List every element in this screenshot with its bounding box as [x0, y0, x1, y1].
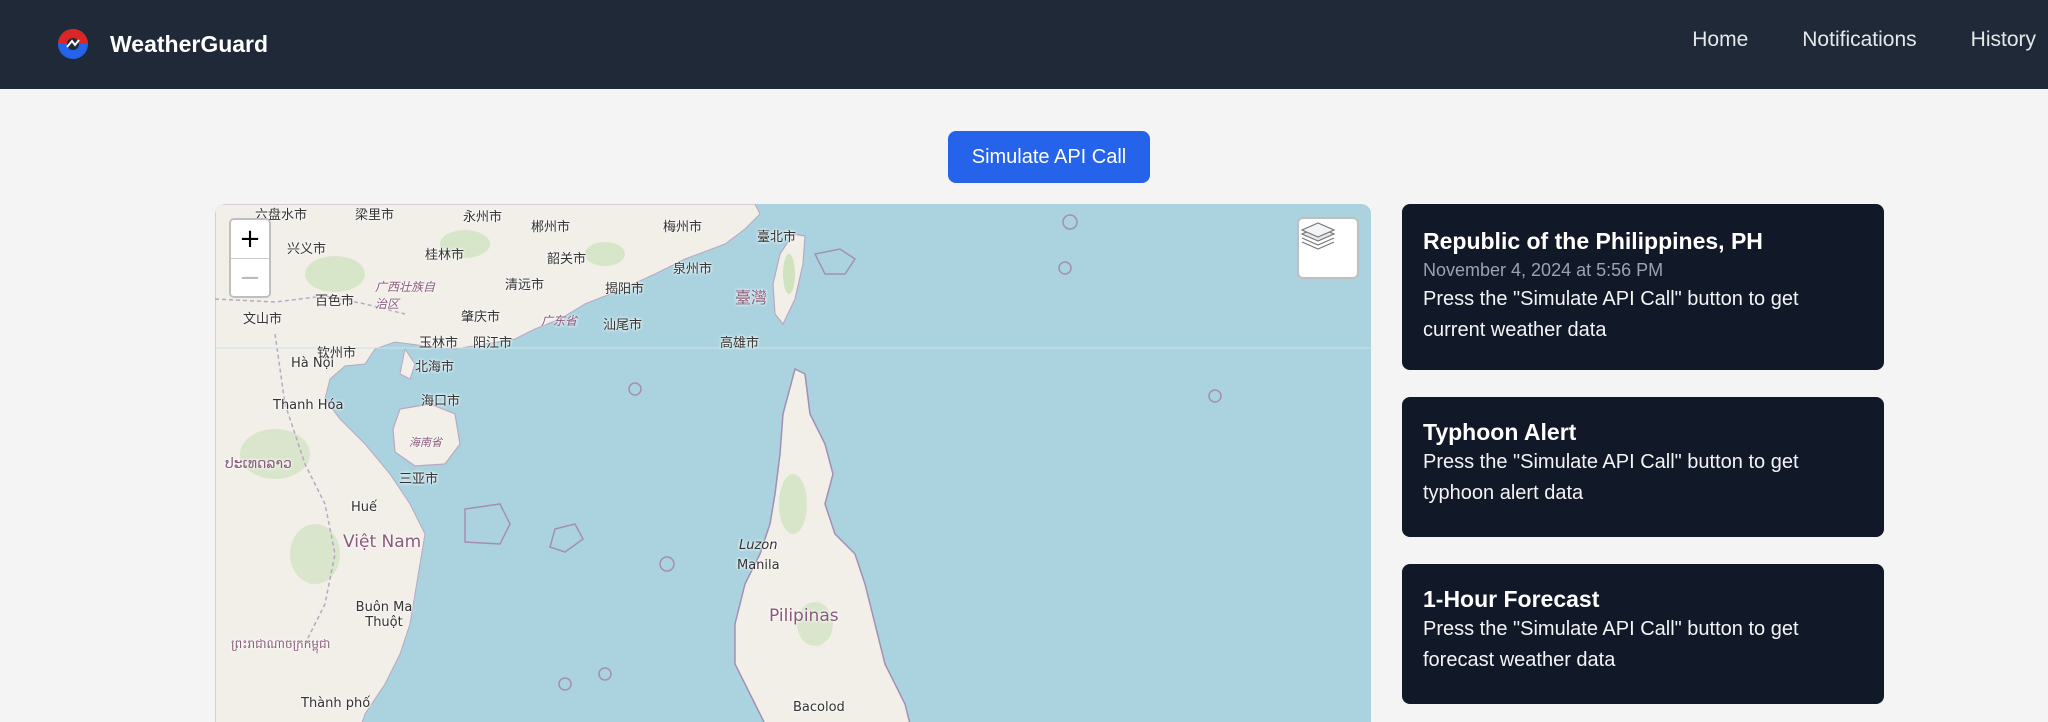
simulate-api-call-button[interactable]: Simulate API Call: [948, 131, 1150, 183]
map-label: 揭阳市: [605, 282, 645, 297]
map-label: 广东省: [541, 314, 578, 328]
zoom-out-button[interactable]: −: [231, 258, 269, 296]
map-label: 臺灣: [735, 288, 768, 307]
map-label: 梅州市: [663, 220, 703, 235]
card-date: November 4, 2024 at 5:56 PM: [1423, 260, 1664, 280]
map-label: 梁里市: [355, 208, 395, 223]
map-label: Pilipinas: [769, 606, 839, 626]
map-label: 郴州市: [531, 220, 571, 235]
card-title: 1-Hour Forecast: [1423, 586, 1600, 612]
forecast-card: 1-Hour Forecast Press the "Simulate API …: [1402, 564, 1884, 704]
nav-notifications-link[interactable]: Notifications: [1802, 26, 1916, 54]
map-label: 广西壮族自治区: [375, 280, 436, 311]
map-label: 海口市: [421, 394, 461, 409]
map-label: 百色市: [315, 294, 355, 309]
nav-history-link[interactable]: History: [1971, 26, 2036, 54]
weather-map[interactable]: 六盘水市 梁里市 永州市 郴州市 兴义市 桂林市 韶关市 梅州市 臺北市 泉州市…: [215, 204, 1371, 722]
map-label: 三亚市: [399, 472, 439, 487]
map-label: Manila: [737, 558, 780, 573]
top-navbar: WeatherGuard Home Notifications History: [0, 0, 2048, 89]
map-label: 兴义市: [287, 242, 327, 257]
map-label: Huế: [351, 500, 378, 515]
map-label: 汕尾市: [603, 318, 643, 333]
layers-icon: [1300, 222, 1336, 250]
nav-home-link[interactable]: Home: [1692, 26, 1748, 54]
map-label: Thanh Hóa: [273, 398, 344, 413]
map-label: Việt Nam: [343, 532, 422, 552]
map-label: 高雄市: [720, 336, 760, 351]
map-label: 文山市: [243, 312, 283, 327]
map-label: 韶关市: [547, 252, 587, 267]
card-title: Typhoon Alert: [1423, 419, 1577, 445]
map-label: 清远市: [505, 278, 545, 293]
map-label: Buôn Ma Thuột: [355, 600, 413, 630]
map-label: Bacolod: [793, 700, 845, 715]
typhoon-alert-card: Typhoon Alert Press the "Simulate API Ca…: [1402, 397, 1884, 537]
map-label: 北海市: [415, 360, 455, 375]
map-label: Luzon: [739, 538, 778, 553]
map-label: 钦州市: [317, 346, 357, 361]
card-body: Press the "Simulate API Call" button to …: [1423, 288, 1799, 341]
map-label: 阳江市: [473, 336, 513, 351]
map-label: Thành phố: [301, 696, 371, 711]
map-label: 永州市: [463, 210, 503, 225]
map-label: ព្រះរាជាណាចក្រកម្ពុជា: [231, 637, 331, 651]
map-label: 桂林市: [425, 248, 465, 263]
map-label: 臺北市: [757, 230, 797, 245]
brand[interactable]: WeatherGuard: [56, 22, 268, 66]
card-body: Press the "Simulate API Call" button to …: [1423, 451, 1799, 504]
nav-links: Home Notifications History: [1638, 26, 2036, 54]
map-label: 肇庆市: [461, 310, 501, 325]
zoom-in-button[interactable]: +: [231, 220, 269, 258]
map-label: 泉州市: [673, 262, 713, 277]
brand-name: WeatherGuard: [110, 30, 269, 57]
map-label: ປະເທດລາວ: [225, 456, 292, 472]
map-label: 玉林市: [419, 336, 459, 351]
layers-button[interactable]: [1297, 217, 1359, 279]
card-title: Republic of the Philippines, PH: [1423, 228, 1763, 254]
weather-logo-icon: [58, 29, 88, 59]
map-label: 海南省: [409, 436, 442, 449]
card-body: Press the "Simulate API Call" button to …: [1423, 618, 1799, 671]
current-weather-card: Republic of the Philippines, PH November…: [1402, 204, 1884, 370]
zoom-control: + −: [229, 218, 271, 298]
